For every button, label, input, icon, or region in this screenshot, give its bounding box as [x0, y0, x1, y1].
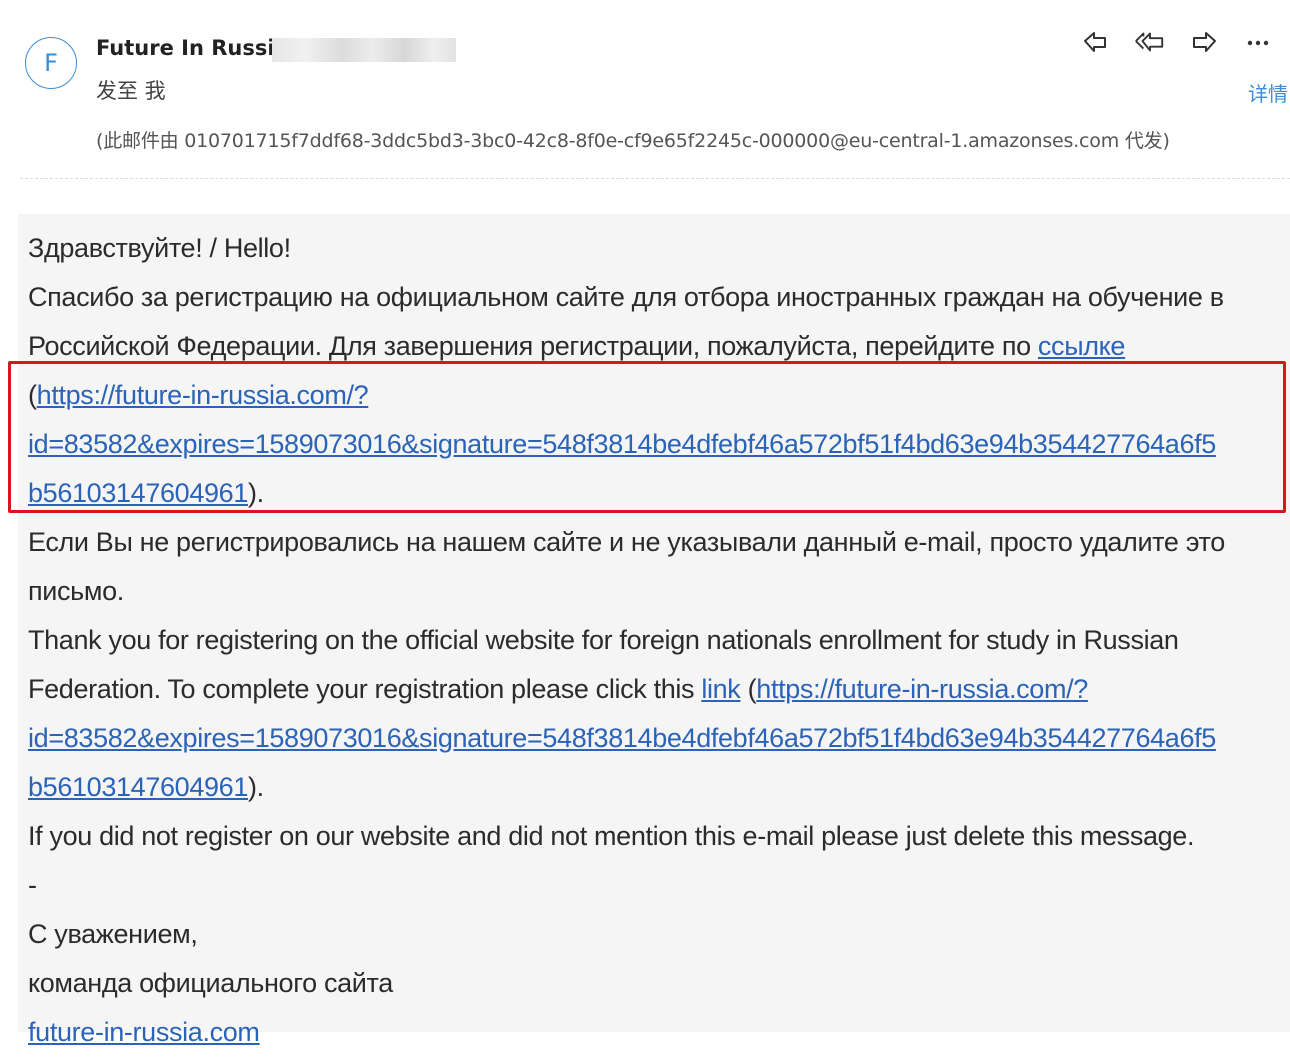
- signature-team: команда официального сайта: [28, 968, 393, 998]
- ru-link-word[interactable]: ссылке: [1038, 331, 1126, 361]
- site-link[interactable]: future-in-russia.com: [28, 1017, 260, 1047]
- header-divider: [20, 178, 1290, 179]
- ru-url-line-1: (https://future-in-russia.com/?: [28, 371, 1290, 420]
- signature-dash: -: [28, 870, 37, 900]
- greeting: Здравствуйте! / Hello!: [28, 233, 291, 263]
- en-paragraph-text: Federation. To complete your registratio…: [28, 674, 702, 704]
- ru-paragraph-line-2: Российской Федерации. Для завершения рег…: [28, 322, 1290, 371]
- sender-name[interactable]: Future In Russia: [96, 36, 289, 60]
- message-actions: [1080, 26, 1274, 58]
- en-url-line-3: b56103147604961).: [28, 763, 1290, 812]
- redacted-sender-address: [272, 38, 456, 62]
- en-registration-url-part-3[interactable]: b56103147604961: [28, 772, 248, 802]
- open-paren: (: [28, 380, 37, 410]
- ru-registration-url-part-1[interactable]: https://future-in-russia.com/?: [37, 380, 369, 410]
- ru-paragraph-text: Российской Федерации. Для завершения рег…: [28, 331, 1038, 361]
- ru-paragraph-line-1: Спасибо за регистрацию на официальном са…: [28, 282, 1224, 312]
- recipient-line: 发至 我: [96, 79, 166, 103]
- avatar-letter: F: [44, 49, 58, 77]
- ru-url-line-3: b56103147604961).: [28, 469, 1290, 518]
- forward-icon[interactable]: [1188, 26, 1220, 58]
- sent-via-notice: (此邮件由 010701715f7ddf68-3ddc5bd3-3bc0-42c…: [96, 130, 1170, 152]
- ru-url-line-2: id=83582&expires=1589073016&signature=54…: [28, 420, 1290, 469]
- reply-all-icon[interactable]: [1134, 26, 1166, 58]
- open-paren: (: [747, 674, 757, 704]
- en-url-line-2: id=83582&expires=1589073016&signature=54…: [28, 714, 1290, 763]
- en-registration-url-part-1[interactable]: https://future-in-russia.com/?: [756, 674, 1088, 704]
- ru-ignore-line-2: письмо.: [28, 576, 124, 606]
- ru-registration-url-part-2[interactable]: id=83582&expires=1589073016&signature=54…: [28, 429, 1216, 459]
- signature-regards: С уважением,: [28, 919, 198, 949]
- en-registration-url-part-2[interactable]: id=83582&expires=1589073016&signature=54…: [28, 723, 1216, 753]
- en-paragraph-line-1: Thank you for registering on the officia…: [28, 625, 1179, 655]
- sender-avatar[interactable]: F: [25, 37, 77, 89]
- en-paragraph-line-2: Federation. To complete your registratio…: [28, 665, 1290, 714]
- en-link-word[interactable]: link: [701, 674, 740, 704]
- details-link[interactable]: 详情: [1248, 78, 1288, 107]
- ru-ignore-line-1: Если Вы не регистрировались на нашем сай…: [28, 527, 1225, 557]
- close-paren: ).: [248, 772, 264, 802]
- ru-registration-url-part-3[interactable]: b56103147604961: [28, 478, 248, 508]
- signature-site: future-in-russia.com: [28, 1008, 1290, 1057]
- reply-icon[interactable]: [1080, 26, 1112, 58]
- more-icon[interactable]: [1242, 26, 1274, 58]
- email-body: Здравствуйте! / Hello! Спасибо за регист…: [18, 214, 1290, 1047]
- close-paren: ).: [248, 478, 264, 508]
- en-ignore-line: If you did not register on our website a…: [28, 821, 1195, 851]
